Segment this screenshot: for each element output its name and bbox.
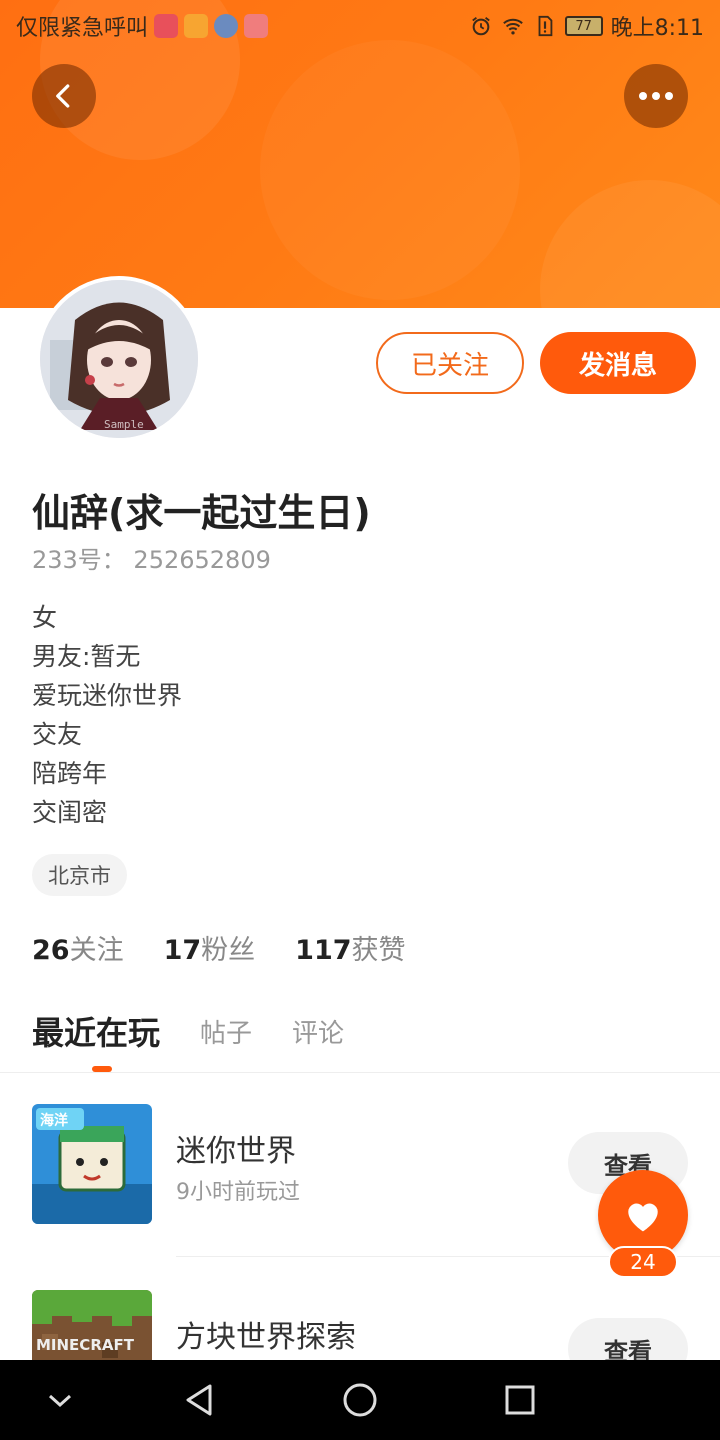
more-horizontal-icon (639, 92, 673, 100)
video-app-icon (184, 14, 209, 38)
stat-followers[interactable]: 17粉丝 (164, 928, 256, 967)
bio-line: 爱玩迷你世界 (32, 681, 183, 710)
tab-comments[interactable]: 评论 (292, 1013, 344, 1054)
chevron-left-icon (56, 84, 70, 108)
collapse-icon[interactable] (40, 1380, 80, 1420)
back-triangle-icon[interactable] (180, 1380, 220, 1420)
wifi-icon (502, 18, 523, 35)
bio-line: 女 (32, 603, 58, 632)
stat-label: 获赞 (351, 935, 406, 966)
location-tag: 北京市 (32, 854, 127, 896)
avatar[interactable]: Sample (36, 276, 202, 442)
game-thumb-label: MINECRAFT (36, 1336, 134, 1354)
user-id: 233号： 252652809 (32, 546, 271, 574)
app-store-icon (154, 14, 179, 38)
following-button[interactable]: 已关注 (376, 332, 524, 394)
tool-app-icon (244, 14, 269, 38)
game-thumb-label: 海洋 (40, 1113, 68, 1129)
bio-line: 陪跨年 (32, 759, 108, 788)
stat-label: 粉丝 (201, 935, 256, 966)
stat-following[interactable]: 26关注 (32, 928, 124, 967)
more-button[interactable] (624, 64, 688, 128)
nickname: 仙辞(求一起过生日) (32, 491, 371, 535)
home-circle-icon[interactable] (340, 1380, 380, 1420)
divider (0, 1072, 720, 1073)
carrier-text: 仅限紧急呼叫 (16, 16, 149, 41)
game-name: 迷你世界 (176, 1134, 296, 1169)
clock: 晚上8:11 (610, 16, 704, 41)
tab-posts[interactable]: 帖子 (200, 1013, 252, 1054)
status-bar: 仅限紧急呼叫 77 晚上8:11 (0, 0, 720, 50)
banner-decoration (260, 40, 520, 300)
system-nav-bar (0, 1360, 720, 1440)
stat-likes: 117获赞 (295, 928, 405, 967)
back-button[interactable] (32, 64, 96, 128)
avatar-watermark: Sample (104, 418, 144, 431)
profile-stats: 26关注 17粉丝 117获赞 (32, 928, 406, 967)
battery-level: 77 (575, 18, 592, 34)
bio-line: 男友:暂无 (32, 642, 141, 671)
last-played: 9小时前玩过 (176, 1180, 300, 1205)
game-name: 方块世界探索 (176, 1320, 356, 1355)
profile-tabs: 最近在玩 帖子 评论 (32, 1008, 344, 1054)
avatar-image: Sample (40, 280, 198, 438)
heart-icon (628, 1203, 658, 1232)
bio-line: 交友 (32, 720, 83, 749)
stat-number: 17 (163, 935, 202, 966)
bio: 女 男友:暂无 爱玩迷你世界 交友 陪跨年 交闺密 (32, 598, 182, 832)
game-thumbnail: 海洋 (32, 1104, 152, 1224)
banner-decoration (540, 180, 720, 308)
bio-line: 交闺密 (32, 798, 108, 827)
like-count-badge: 24 (608, 1246, 678, 1278)
tab-recently-played[interactable]: 最近在玩 (32, 1008, 160, 1054)
stat-number: 117 (295, 935, 352, 966)
recents-square-icon[interactable] (500, 1380, 540, 1420)
stat-number: 26 (32, 935, 70, 966)
battery-icon: 77 (564, 16, 603, 36)
sim-alert-icon (538, 15, 552, 37)
stat-label: 关注 (69, 935, 124, 966)
send-message-button[interactable]: 发消息 (540, 332, 696, 394)
browser-app-icon (214, 14, 239, 38)
alarm-icon (471, 17, 490, 36)
